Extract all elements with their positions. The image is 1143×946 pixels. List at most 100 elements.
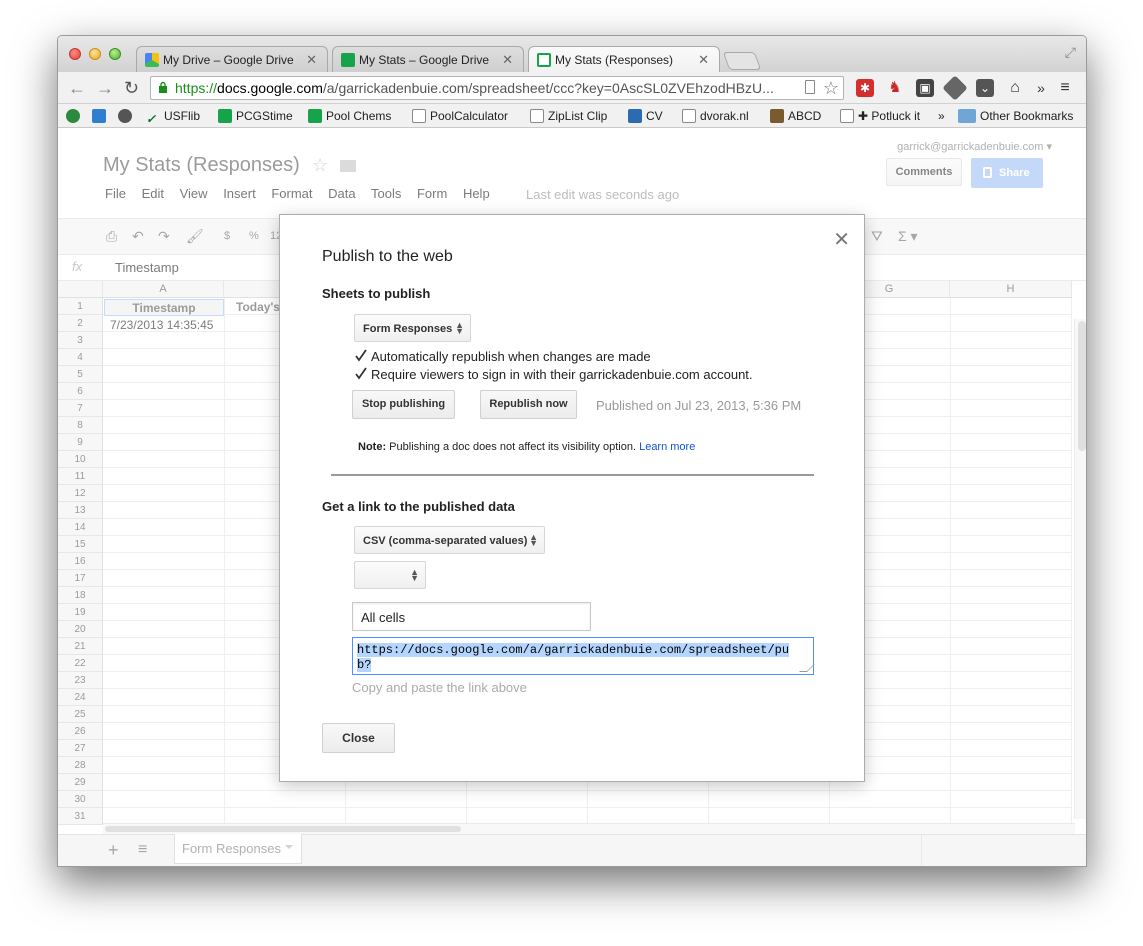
url-path: /a/garrickadenbuie.com/spreadsheet/ccc?k…: [322, 80, 774, 96]
note-text: Publishing a doc does not affect its vis…: [389, 441, 637, 453]
tab-my-stats[interactable]: My Stats – Google Drive ✕: [332, 46, 524, 72]
folder-icon: [958, 109, 976, 123]
require-signin-checkbox[interactable]: [354, 367, 367, 381]
bookmark-pool-chems[interactable]: Pool Chems: [308, 109, 391, 123]
close-button[interactable]: Close: [322, 723, 395, 753]
more-extensions-icon[interactable]: »: [1032, 79, 1050, 97]
require-signin-row[interactable]: Require viewers to sign in with their ga…: [354, 367, 753, 382]
auto-republish-row[interactable]: Automatically republish when changes are…: [354, 349, 651, 364]
bookmark-label: ABCD: [788, 109, 822, 123]
bookmark-usflib[interactable]: ✓ USFlib: [146, 109, 200, 126]
screenshot-icon[interactable]: ▣: [916, 79, 934, 97]
page-icon: [682, 109, 696, 123]
url-scheme: https://: [175, 80, 218, 96]
new-tab-button[interactable]: [722, 52, 762, 70]
bookmark-item[interactable]: [66, 109, 84, 123]
bookmark-label: CV: [646, 109, 663, 123]
bookmark-label: PoolCalculator: [430, 109, 509, 123]
menu-icon[interactable]: ≡: [1056, 79, 1074, 97]
lastpass-icon[interactable]: ✱: [856, 79, 874, 97]
page-icon: [840, 109, 854, 123]
tab-label: My Drive – Google Drive: [163, 53, 294, 67]
tab-label: My Stats (Responses): [555, 53, 674, 67]
bookmark-pcgstime[interactable]: PCGStime: [218, 109, 293, 123]
bookmark-star-icon[interactable]: ☆: [823, 78, 839, 99]
updown-icon: ▲ ▼: [410, 567, 419, 583]
tab-my-drive[interactable]: My Drive – Google Drive ✕: [136, 46, 328, 72]
bookmark-ziplist-clip[interactable]: ZipList Clip: [530, 109, 607, 123]
close-icon[interactable]: ✕: [833, 227, 850, 252]
bookmark-cv[interactable]: CV: [628, 109, 663, 123]
bookmark-label: ✚ Potluck it: [858, 109, 921, 123]
published-status: Published on Jul 23, 2013, 5:36 PM: [596, 398, 802, 413]
sheets-heading: Sheets to publish: [322, 286, 431, 301]
bookmark-label: »: [938, 109, 945, 123]
page-icon: [530, 109, 544, 123]
tab-my-stats-responses[interactable]: My Stats (Responses) ✕: [528, 46, 720, 72]
window-close-button[interactable]: [69, 48, 81, 60]
url-host: docs.google.com: [217, 80, 323, 96]
select-value: CSV (comma-separated values): [363, 535, 528, 547]
bookmark-item[interactable]: [118, 109, 136, 123]
sheet-select[interactable]: ▲ ▼: [354, 561, 426, 589]
bookmark-poolcalculator[interactable]: PoolCalculator: [412, 109, 508, 123]
republish-now-button[interactable]: Republish now: [480, 390, 577, 419]
forward-arrow-icon[interactable]: →: [96, 78, 114, 99]
tab-close-icon[interactable]: ✕: [698, 52, 709, 68]
tab-label: My Stats – Google Drive: [359, 53, 490, 67]
bookmark-label: dvorak.nl: [700, 109, 749, 123]
drive-icon: [145, 53, 159, 67]
bookmark-label: ZipList Clip: [548, 109, 608, 123]
note-label: Note:: [358, 441, 387, 453]
bookmark-potluck[interactable]: ✚ Potluck it: [840, 109, 920, 123]
tag-icon[interactable]: [942, 75, 968, 101]
bookmark-item[interactable]: [92, 109, 110, 123]
resize-grip-icon[interactable]: [799, 664, 815, 672]
sofa-icon[interactable]: ♞: [886, 79, 904, 97]
sheets-icon: [341, 53, 355, 67]
learn-more-link[interactable]: Learn more: [639, 441, 695, 453]
bookmark-dvorak[interactable]: dvorak.nl: [682, 109, 749, 123]
sheets-icon: [537, 53, 551, 67]
dialog-title: Publish to the web: [322, 248, 453, 265]
updown-icon: ▲ ▼: [529, 532, 538, 548]
tab-close-icon[interactable]: ✕: [306, 52, 317, 68]
bookmark-label: Pool Chems: [326, 109, 392, 123]
copy-hint: Copy and paste the link above: [352, 680, 527, 695]
bookmark-label: PCGStime: [236, 109, 293, 123]
checkbox-label: Require viewers to sign in with their ga…: [371, 367, 753, 382]
library-icon[interactable]: ⌂: [1006, 79, 1024, 97]
sheet-icon: [218, 109, 232, 123]
lock-icon: [159, 81, 167, 93]
page-action-icon[interactable]: [805, 80, 815, 94]
sheet-icon: [308, 109, 322, 123]
checkbox-label: Automatically republish when changes are…: [371, 349, 651, 364]
page-icon: [412, 109, 426, 123]
tab-strip: My Drive – Google Drive ✕ My Stats – Goo…: [58, 36, 1086, 72]
bookmark-label: Other Bookmarks: [980, 109, 1074, 123]
address-bar[interactable]: https://docs.google.com/a/garrickadenbui…: [150, 76, 844, 100]
bookmarks-overflow-button[interactable]: »: [938, 109, 945, 123]
badge-280-icon: [118, 109, 132, 123]
tab-close-icon[interactable]: ✕: [502, 52, 513, 68]
back-arrow-icon[interactable]: ←: [68, 78, 86, 99]
bookmark-label: USFlib: [164, 109, 201, 123]
published-url-textarea[interactable]: https://docs.google.com/a/garrickadenbui…: [352, 637, 815, 675]
bookmark-abcd[interactable]: ABCD: [770, 109, 821, 123]
doc-icon: [628, 109, 642, 123]
reload-icon[interactable]: ↻: [124, 78, 139, 99]
published-url: https://docs.google.com/a/garrickadenbui…: [357, 643, 790, 672]
format-select[interactable]: CSV (comma-separated values) ▲ ▼: [354, 526, 545, 554]
usf-icon: ✓: [146, 112, 157, 126]
window-zoom-button[interactable]: [109, 48, 121, 60]
jstor-icon: [92, 109, 106, 123]
sheets-select[interactable]: Form Responses ▲ ▼: [354, 314, 471, 342]
stop-publishing-button[interactable]: Stop publishing: [352, 390, 455, 419]
fullscreen-icon[interactable]: ⤢: [1065, 44, 1076, 61]
window-minimize-button[interactable]: [89, 48, 101, 60]
cells-range-input[interactable]: All cells: [352, 602, 591, 631]
select-value: Form Responses: [363, 323, 453, 335]
auto-republish-checkbox[interactable]: [354, 349, 367, 363]
bookmark-other-bookmarks[interactable]: Other Bookmarks: [958, 109, 1073, 123]
pocket-icon[interactable]: ⌄: [976, 79, 994, 97]
